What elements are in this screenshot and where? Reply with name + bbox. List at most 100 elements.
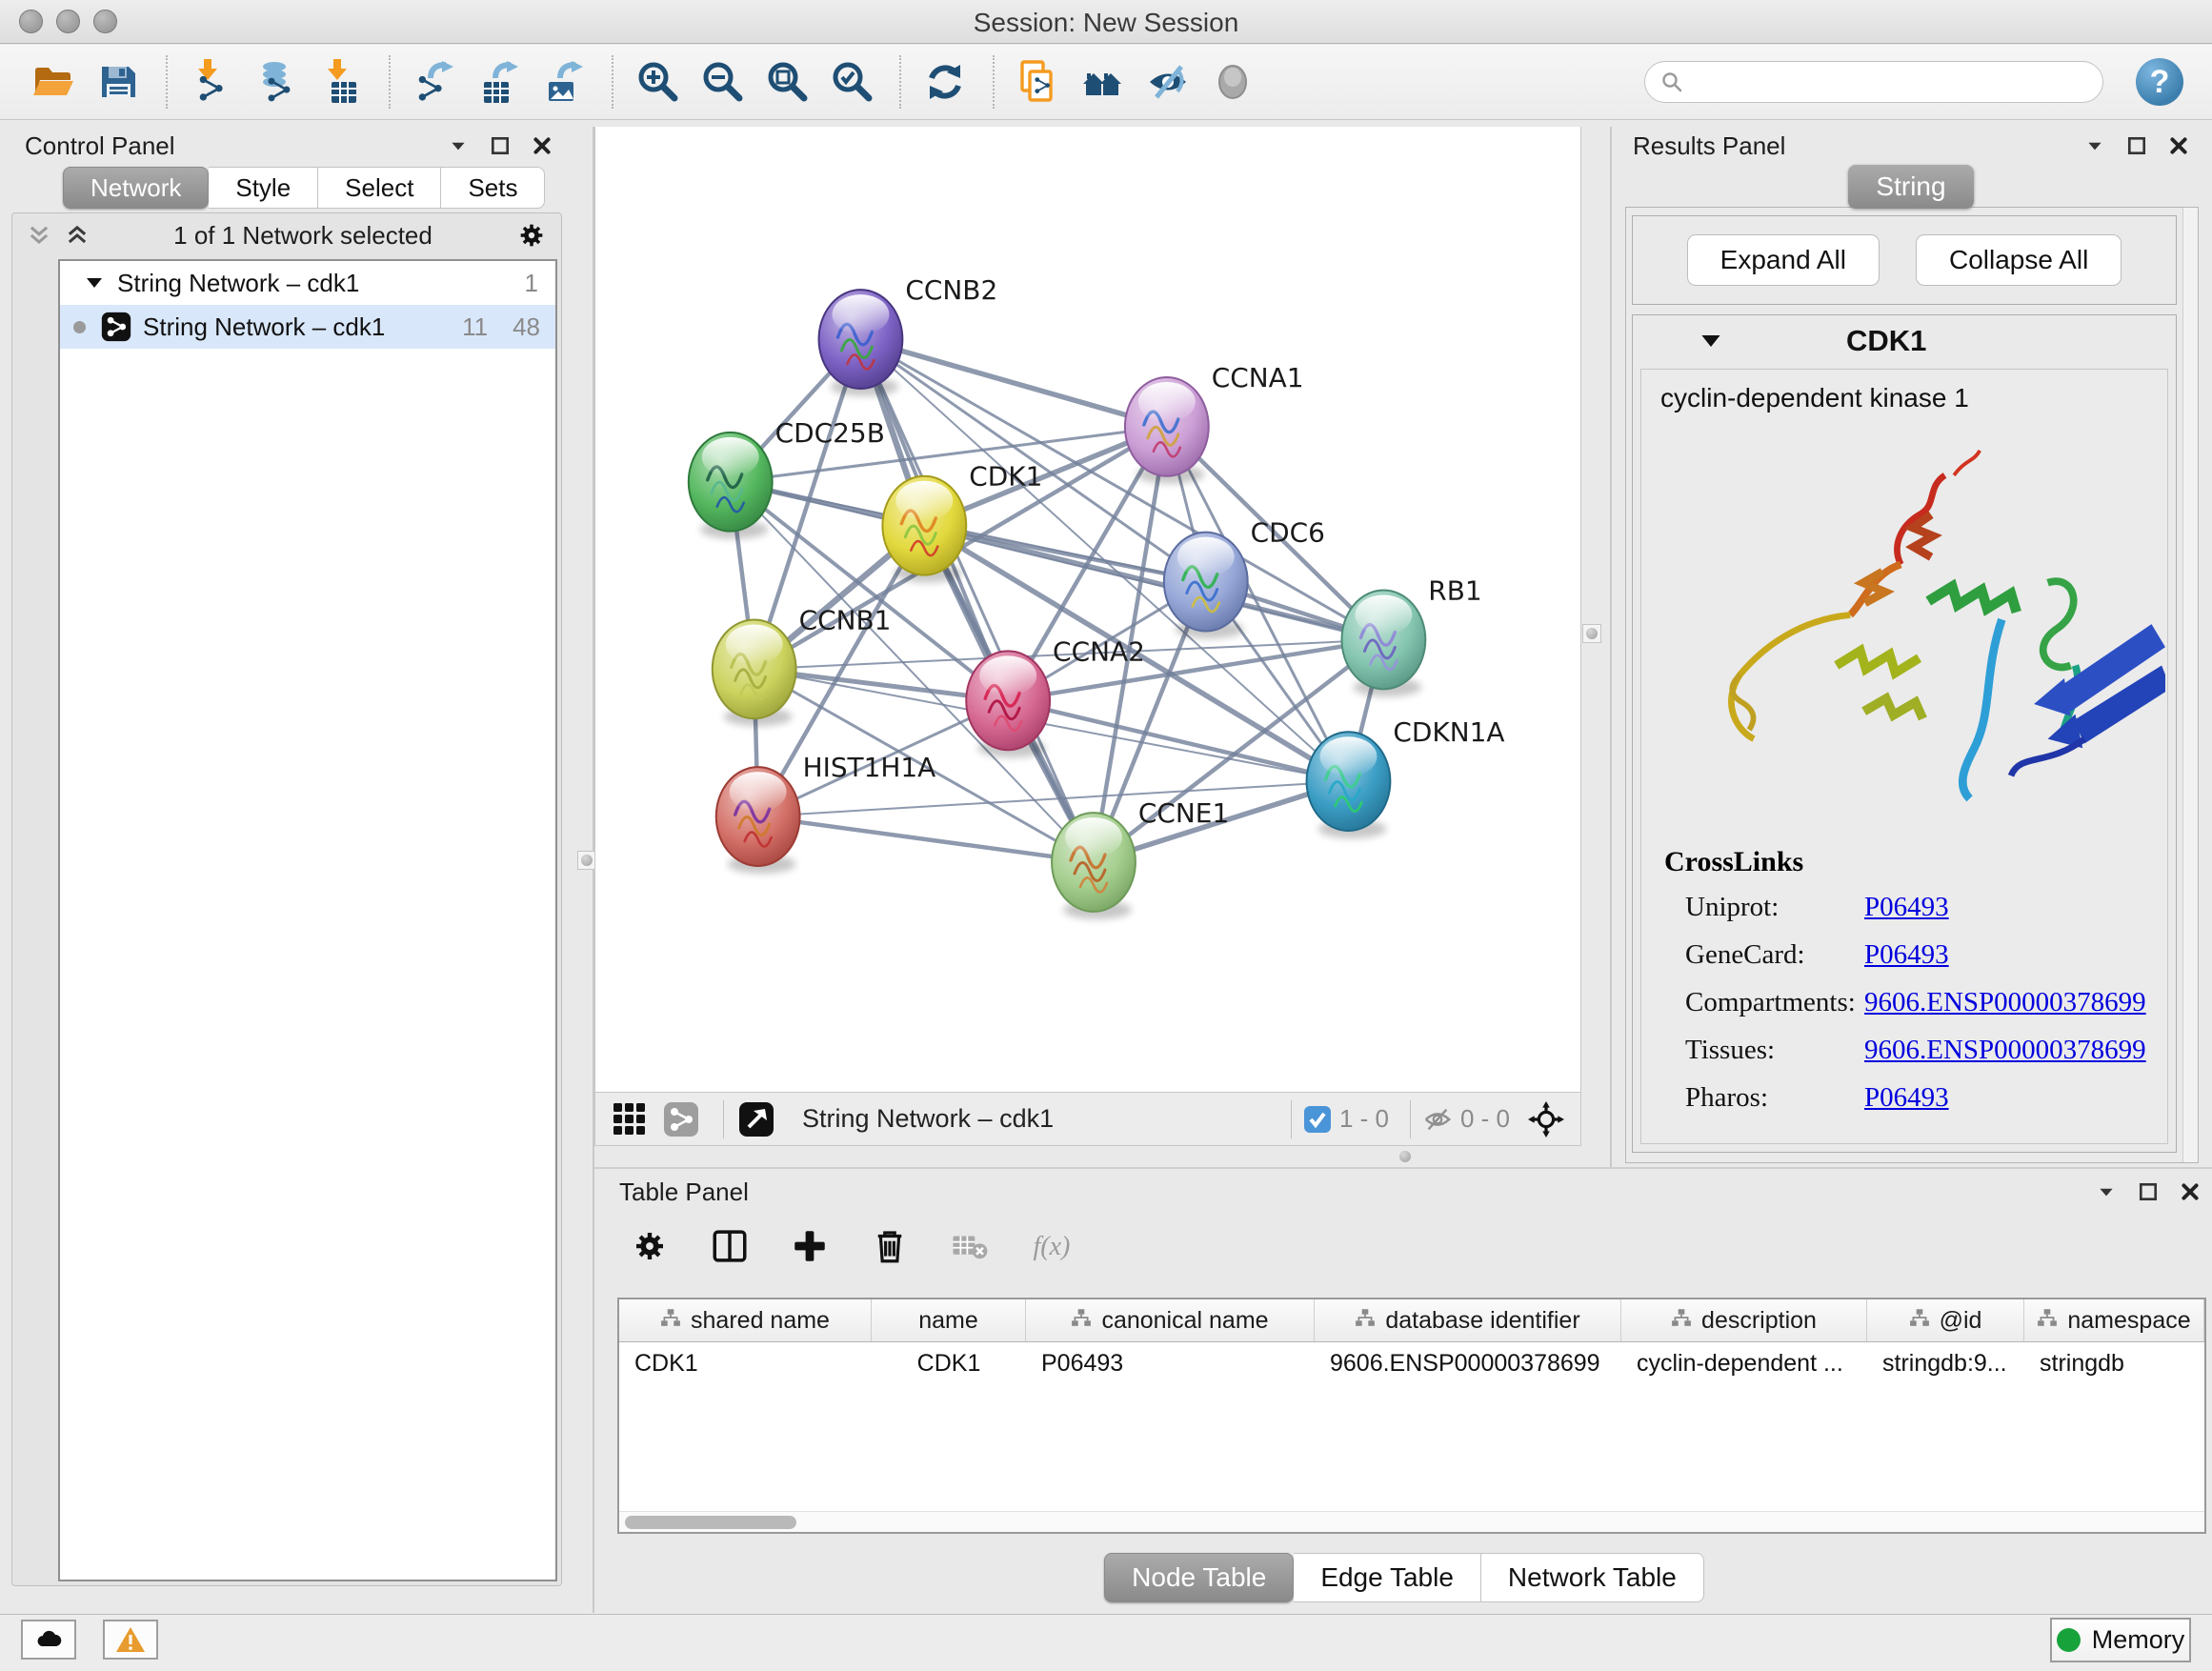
collapse-entry-icon[interactable]	[1699, 330, 1722, 352]
column-header--id[interactable]: @id	[1867, 1299, 2024, 1341]
show-glyphs-icon[interactable]	[1208, 57, 1257, 107]
panel-menu-icon[interactable]	[446, 133, 471, 158]
horizontal-splitter-handle[interactable]	[1396, 1147, 1415, 1166]
node-table: shared namenamecanonical namedatabase id…	[617, 1298, 2206, 1534]
collapse-all-icon[interactable]	[26, 222, 52, 249]
tab-network[interactable]: Network	[63, 167, 209, 209]
tab-node-table[interactable]: Node Table	[1104, 1553, 1294, 1602]
network-list-pane: 1 of 1 Network selected String Network –…	[11, 212, 562, 1586]
help-icon[interactable]: ?	[2136, 58, 2183, 106]
cloud-icon[interactable]	[21, 1620, 76, 1660]
search-input[interactable]	[1691, 65, 2102, 99]
crosslink-link[interactable]: P06493	[1864, 1082, 1949, 1114]
float-panel-icon[interactable]	[2136, 1179, 2161, 1204]
network-node-CCNE1[interactable]: CCNE1	[1052, 797, 1229, 919]
import-network-icon[interactable]	[187, 57, 236, 107]
toolbar-separator	[389, 55, 391, 109]
float-panel-icon[interactable]	[488, 133, 513, 158]
table-panel: Table Panel f(x) shared namenamecanonica…	[596, 1170, 2212, 1614]
tab-style[interactable]: Style	[209, 167, 318, 209]
crosslink-link[interactable]: P06493	[1864, 939, 1949, 971]
table-row[interactable]: CDK1CDK1P064939606.ENSP00000378699cyclin…	[619, 1342, 2204, 1384]
zoom-in-icon[interactable]	[633, 57, 682, 107]
expand-all-icon[interactable]	[64, 222, 90, 249]
right-splitter[interactable]	[1610, 127, 1612, 1168]
import-database-icon[interactable]	[251, 57, 301, 107]
zoom-selected-icon[interactable]	[827, 57, 876, 107]
network-tree-row[interactable]: String Network – cdk1 1	[60, 261, 555, 305]
network-node-CCNA1[interactable]: CCNA1	[1125, 362, 1304, 484]
toolbar-separator	[899, 55, 901, 109]
tab-sets[interactable]: Sets	[441, 167, 545, 209]
network-canvas[interactable]: CCNB2 CCNA1 CDC25B	[594, 127, 1581, 1092]
string-network-badge-icon[interactable]	[660, 1098, 702, 1140]
table-horizontal-scrollbar[interactable]	[619, 1511, 2204, 1532]
close-panel-icon[interactable]	[2178, 1179, 2202, 1204]
crosslink-link[interactable]: P06493	[1864, 892, 1949, 923]
right-splitter-handle[interactable]	[1582, 624, 1601, 643]
add-column-icon[interactable]	[785, 1221, 835, 1271]
open-in-new-window-icon[interactable]	[735, 1098, 777, 1140]
network-node-CCNB2[interactable]: CCNB2	[819, 274, 998, 396]
gene-entry-header[interactable]: CDK1	[1633, 315, 2176, 367]
node-label-CDK1: CDK1	[969, 461, 1042, 493]
left-splitter-handle[interactable]	[577, 851, 596, 870]
import-table-icon[interactable]	[316, 57, 366, 107]
crosslink-link[interactable]: 9606.ENSP00000378699	[1864, 987, 2146, 1018]
column-type-icon	[1355, 1307, 1376, 1335]
network-node-CDKN1A[interactable]: CDKN1A	[1307, 716, 1505, 838]
results-scrollbar[interactable]	[2182, 208, 2198, 1162]
save-icon[interactable]	[93, 57, 143, 107]
fit-selected-crosshair-icon[interactable]	[1525, 1098, 1567, 1140]
column-header-description[interactable]: description	[1621, 1299, 1867, 1341]
tab-network-table[interactable]: Network Table	[1481, 1553, 1704, 1602]
column-header-name[interactable]: name	[872, 1299, 1026, 1341]
warning-icon[interactable]	[103, 1620, 158, 1660]
network-node-CCNA2[interactable]: CCNA2	[966, 635, 1145, 757]
tab-select[interactable]: Select	[318, 167, 441, 209]
trash-icon[interactable]	[865, 1221, 915, 1271]
selected-checkbox-icon[interactable]	[1303, 1105, 1332, 1134]
close-panel-icon[interactable]	[2166, 133, 2191, 158]
export-network-icon[interactable]	[410, 57, 459, 107]
column-label: @id	[1940, 1307, 1982, 1335]
export-image-icon[interactable]	[539, 57, 589, 107]
open-icon[interactable]	[29, 57, 78, 107]
network-node-RB1[interactable]: RB1	[1341, 575, 1481, 697]
protein-structure-image	[1651, 427, 2165, 827]
gear-icon[interactable]	[515, 219, 548, 252]
table-toolbar: f(x)	[596, 1208, 2212, 1275]
network-tree-row[interactable]: String Network – cdk1 11 48	[60, 305, 555, 349]
horizontal-splitter[interactable]	[594, 1167, 2212, 1169]
home-icon[interactable]	[1078, 57, 1128, 107]
grid-view-icon[interactable]	[609, 1098, 651, 1140]
clone-network-icon[interactable]	[1014, 57, 1063, 107]
hide-glyphs-icon[interactable]	[1143, 57, 1193, 107]
crosslink-link[interactable]: 9606.ENSP00000378699	[1864, 1035, 2146, 1066]
column-header-canonical-name[interactable]: canonical name	[1026, 1299, 1315, 1341]
column-header-database-identifier[interactable]: database identifier	[1315, 1299, 1621, 1341]
float-panel-icon[interactable]	[2124, 133, 2149, 158]
gear-icon[interactable]	[625, 1221, 674, 1271]
column-header-namespace[interactable]: namespace	[2024, 1299, 2204, 1341]
export-table-icon[interactable]	[474, 57, 524, 107]
close-panel-icon[interactable]	[530, 133, 554, 158]
network-view-title: String Network – cdk1	[802, 1104, 1279, 1134]
zoom-fit-icon[interactable]	[762, 57, 812, 107]
split-columns-icon[interactable]	[705, 1221, 754, 1271]
tree-expander-icon[interactable]	[85, 273, 104, 292]
refresh-icon[interactable]	[920, 57, 970, 107]
collapse-all-button[interactable]: Collapse All	[1916, 234, 2122, 286]
column-header-shared-name[interactable]: shared name	[619, 1299, 872, 1341]
tab-string[interactable]: String	[1848, 165, 1974, 209]
expand-all-button[interactable]: Expand All	[1687, 234, 1880, 286]
zoom-out-icon[interactable]	[697, 57, 747, 107]
tab-edge-table[interactable]: Edge Table	[1294, 1553, 1481, 1602]
network-node-CDC25B[interactable]: CDC25B	[689, 417, 885, 539]
panel-menu-icon[interactable]	[2082, 133, 2107, 158]
memory-button[interactable]: Memory	[2050, 1618, 2191, 1662]
table-scrollbar-thumb[interactable]	[625, 1516, 796, 1529]
network-node-CCNB1[interactable]: CCNB1	[713, 604, 892, 726]
panel-menu-icon[interactable]	[2094, 1179, 2119, 1204]
crosslinks-heading: CrossLinks	[1664, 846, 2158, 878]
